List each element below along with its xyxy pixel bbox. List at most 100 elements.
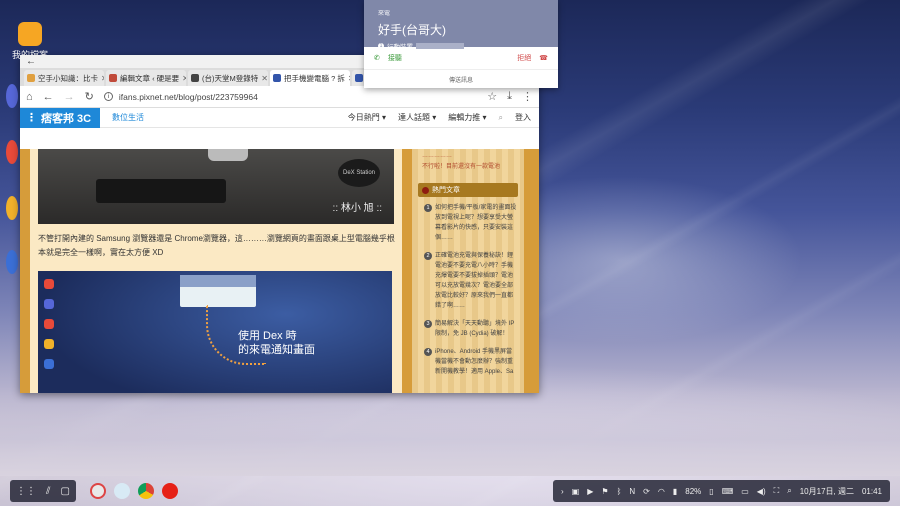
hot-article-item[interactable]: 4 iPhone、Android 手機黑屏當機當機不會動怎麼辦？強制重新開機教學… — [412, 345, 524, 383]
rank-badge: 3 — [424, 320, 432, 328]
gallery-icon[interactable]: ▣ — [572, 487, 580, 496]
time-text[interactable]: 01:41 — [862, 487, 882, 496]
media-icon — [6, 196, 18, 220]
rank-badge: 1 — [424, 204, 432, 212]
forward-icon[interactable]: → — [64, 91, 75, 103]
logo-text: 痞客邦 3C — [41, 112, 92, 125]
incoming-call-notification: 來電 好手(台哥大) 1 行動裝置 ✆ 接聽 拒絕 ☎ 傳送訊息 — [364, 0, 558, 88]
close-icon[interactable]: ✕ — [101, 74, 104, 83]
hot-article-item[interactable]: 3 簡易解決「天天動聽」境外 IP 限制，免 JB (Cydia) 破解！ — [412, 317, 524, 345]
snowflake-icon[interactable] — [113, 483, 130, 499]
page-content: DeX Station :: 林小 旭 :: 不管打開內建的 Samsung 瀏… — [20, 149, 539, 393]
more-menu-icon[interactable]: ⋮ — [522, 90, 533, 103]
hot-article-text: iPhone、Android 手機黑屏當機當機不會動怎麼辦？強制重新開機教學！適… — [435, 349, 514, 375]
hot-article-item[interactable]: 2 正確電池充電與保養秘訣！鋰電池要不要充電八小時？手機充爆電要不要拔掉插頭？電… — [412, 249, 524, 317]
decline-call-button[interactable]: 拒絕 ☎ — [517, 53, 548, 63]
blog-sidebar: …………… 不行啦！目前還沒有一款電池 熱門文章 1 如何把手機/平板/家電的畫… — [412, 149, 524, 393]
tab-active[interactable]: 把手機變電腦 ? 拆 ✕ — [270, 70, 350, 86]
fullscreen-icon[interactable]: ⛶ — [774, 486, 780, 496]
sidebar-link[interactable]: 不行啦！目前還沒有一款電池 — [422, 162, 514, 173]
hot-article-text: 正確電池充電與保養秘訣！鋰電池要不要充電八小時？手機充爆電要不要拔掉插頭？電池可… — [435, 253, 514, 309]
device-label: 行動裝置 — [387, 44, 413, 51]
bluetooth-icon[interactable]: ᛒ — [617, 487, 622, 496]
youtube-icon[interactable] — [161, 483, 178, 499]
back-arrow-icon[interactable]: ← — [26, 56, 36, 67]
internet-icon — [6, 84, 18, 108]
close-icon[interactable]: ✕ — [261, 74, 268, 83]
favicon-icon — [109, 74, 117, 82]
nav-dock: ⋮⋮ ⫽ ▢ — [10, 480, 76, 502]
site-menu: 今日熱門 ▾ 達人話題 ▾ 編輯力推 ▾ ⌕ 登入 — [348, 112, 539, 123]
search-icon[interactable]: ⌕ — [787, 486, 791, 496]
article-screenshot: 使用 Dex 時 的來電通知畫面 — [38, 271, 392, 393]
taskbar: ⋮⋮ ⫽ ▢ › ▣ ▶ ⚑ ᛒ N ⟳ ◠ ▮ 82% ▯ ⌨ ▭ ◀) ⛶ … — [10, 480, 890, 502]
keyboard-icon[interactable]: ⌨ — [722, 487, 734, 496]
accept-call-button[interactable]: ✆ 接聽 — [374, 53, 402, 63]
app-drawer-icon[interactable]: ⋮⋮ — [16, 486, 36, 497]
tab[interactable]: (台)天堂M登錄特 ✕ — [188, 70, 268, 86]
phone-icon — [6, 140, 18, 164]
folder-icon — [18, 22, 42, 46]
recents-icon[interactable]: ⫽ — [46, 486, 50, 497]
decline-label: 拒絕 — [517, 55, 532, 62]
lamp-shape — [208, 149, 248, 161]
rank-badge: 2 — [424, 252, 432, 260]
login-link[interactable]: 登入 — [515, 112, 531, 123]
accept-label: 接聽 — [387, 55, 402, 62]
screen-icon[interactable]: ▭ — [741, 487, 749, 496]
callout-line: 使用 Dex 時 — [238, 330, 297, 342]
url-text: ifans.pixnet.net/blog/post/223759964 — [118, 91, 258, 102]
call-header: 來電 好手(台哥大) 1 行動裝置 — [364, 0, 558, 51]
date-text[interactable]: 10月17日, 週二 — [800, 486, 854, 497]
menu-icon[interactable]: ⋮ — [26, 111, 37, 124]
gmail-icon[interactable] — [89, 483, 106, 499]
hot-article-item[interactable]: 1 如何把手機/平板/家電的畫面投放到電視上呢？想要享受大螢幕看影片的快感，只要… — [412, 201, 524, 249]
tab-title: 編輯文章 ‹ 硬是要 — [120, 73, 180, 83]
tab[interactable]: 空手小知識：比卡 ✕ — [24, 70, 104, 86]
address-bar[interactable]: i ifans.pixnet.net/blog/post/223759964 — [103, 91, 477, 102]
photo-caption: :: 林小 旭 :: — [332, 203, 382, 214]
menu-editor-picks[interactable]: 編輯力推 ▾ — [448, 112, 486, 123]
article-paragraph: 不管打開內建的 Samsung 瀏覽器還是 Chrome瀏覽器，這………瀏覽網頁… — [38, 234, 395, 257]
tab-title: 空手小知識：比卡 — [38, 73, 98, 83]
site-logo[interactable]: ⋮ 痞客邦 3C — [20, 107, 100, 128]
flag-icon[interactable]: ⚑ — [601, 487, 608, 496]
close-icon[interactable]: ✕ — [182, 74, 186, 83]
play-store-icon[interactable]: ▶ — [587, 487, 593, 496]
browser-window: ← 空手小知識：比卡 ✕ 編輯文章 ‹ 硬是要 ✕ (台)天堂M登錄特 ✕ 把手… — [20, 55, 539, 393]
back-icon[interactable]: ← — [43, 91, 54, 103]
article: DeX Station :: 林小 旭 :: 不管打開內建的 Samsung 瀏… — [30, 149, 402, 393]
mini-app-icon — [44, 319, 54, 329]
star-icon[interactable]: ☆ — [487, 90, 497, 103]
caller-name: 好手(台哥大) — [378, 23, 446, 37]
phone-icon: ✆ — [374, 55, 380, 62]
home-square-icon[interactable]: ▢ — [60, 486, 69, 497]
signal-icon[interactable]: ▮ — [673, 487, 677, 496]
hangup-icon: ☎ — [539, 55, 548, 62]
hot-article-text: 如何把手機/平板/家電的畫面投放到電視上呢？想要享受大螢幕看影片的快感，只要安裝… — [435, 205, 517, 241]
battery-icon: ▯ — [709, 486, 714, 496]
volume-icon[interactable]: ◀) — [757, 487, 766, 496]
favicon-icon — [27, 74, 35, 82]
tab[interactable]: 編輯文章 ‹ 硬是要 ✕ — [106, 70, 186, 86]
expand-icon[interactable]: › — [561, 487, 564, 496]
sync-icon[interactable]: ⟳ — [643, 487, 650, 496]
chrome-icon[interactable] — [137, 483, 154, 499]
mini-call-notification — [180, 275, 256, 307]
search-icon[interactable]: ⌕ — [499, 113, 503, 123]
bullet-icon — [422, 186, 429, 194]
wifi-icon[interactable]: ◠ — [658, 487, 665, 496]
send-message-button[interactable]: 傳送訊息 — [364, 69, 558, 88]
menu-today-hot[interactable]: 今日熱門 ▾ — [348, 112, 386, 123]
home-icon[interactable]: ⌂ — [26, 91, 33, 103]
category-link[interactable]: 數位生活 — [112, 112, 144, 123]
tab-title: 把手機變電腦 ? 拆 — [284, 73, 345, 83]
info-icon[interactable]: i — [103, 92, 113, 101]
nfc-icon[interactable]: N — [629, 487, 635, 496]
reload-icon[interactable]: ↻ — [85, 90, 94, 103]
close-icon[interactable]: ✕ — [348, 74, 350, 83]
download-icon[interactable]: ⤓ — [507, 90, 512, 103]
wallpaper-mountain — [0, 386, 900, 476]
sidebar-top: …………… 不行啦！目前還沒有一款電池 — [412, 149, 524, 175]
menu-expert-topics[interactable]: 達人話題 ▾ — [398, 112, 436, 123]
